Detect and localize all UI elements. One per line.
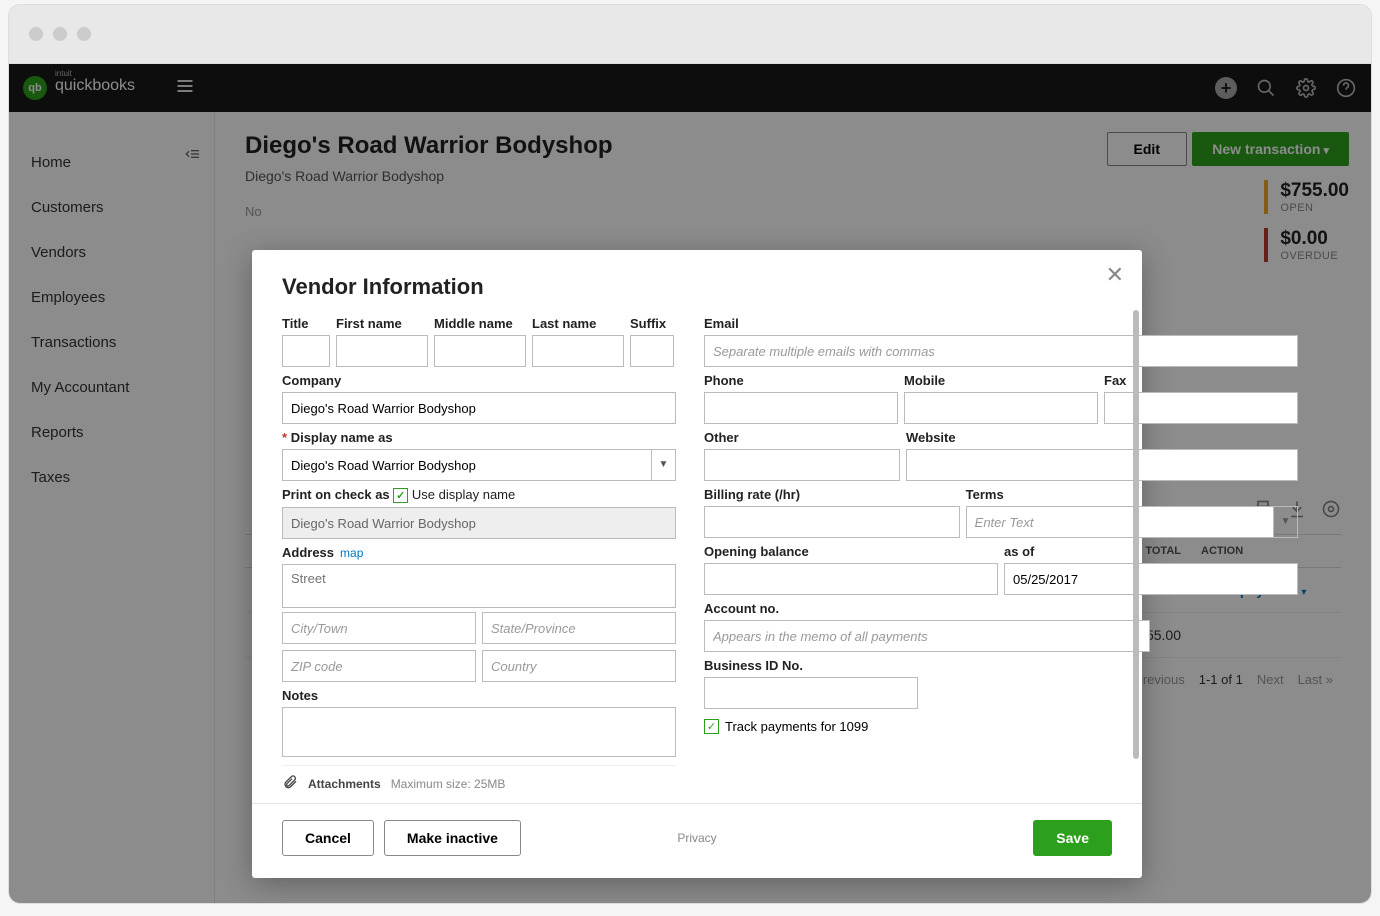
label-phone: Phone bbox=[704, 373, 898, 388]
label-website: Website bbox=[906, 430, 1298, 445]
suffix-field[interactable] bbox=[630, 335, 674, 367]
attachments-row[interactable]: Attachments Maximum size: 25MB bbox=[282, 765, 676, 793]
close-icon[interactable]: ✕ bbox=[1106, 262, 1124, 288]
browser-chrome bbox=[8, 4, 1372, 64]
middle-name-field[interactable] bbox=[434, 335, 526, 367]
app-frame: qb intuit quickbooks + Home Customers bbox=[8, 64, 1372, 904]
label-other: Other bbox=[704, 430, 900, 445]
label-terms: Terms bbox=[966, 487, 1298, 502]
track-1099-row: ✓ Track payments for 1099 bbox=[704, 719, 1298, 734]
email-field[interactable] bbox=[704, 335, 1298, 367]
label-company: Company bbox=[282, 373, 676, 388]
label-title: Title bbox=[282, 316, 330, 331]
label-mobile: Mobile bbox=[904, 373, 1098, 388]
city-field[interactable] bbox=[282, 612, 476, 644]
notes-field[interactable] bbox=[282, 707, 676, 757]
state-field[interactable] bbox=[482, 612, 676, 644]
use-display-checkbox[interactable]: ✓ bbox=[393, 488, 408, 503]
label-billing: Billing rate (/hr) bbox=[704, 487, 960, 502]
traffic-light-min[interactable] bbox=[53, 27, 67, 41]
label-business-id: Business ID No. bbox=[704, 658, 918, 673]
chevron-down-icon: ▼ bbox=[1273, 507, 1297, 537]
map-link[interactable]: map bbox=[340, 546, 363, 560]
label-notes: Notes bbox=[282, 688, 676, 703]
label-account: Account no. bbox=[704, 601, 1150, 616]
label-email: Email bbox=[704, 316, 1298, 331]
chevron-down-icon: ▼ bbox=[651, 450, 675, 480]
label-opening: Opening balance bbox=[704, 544, 998, 559]
modal-scrollbar[interactable] bbox=[1133, 310, 1139, 798]
label-asof: as of bbox=[1004, 544, 1298, 559]
business-id-field[interactable] bbox=[704, 677, 918, 709]
label-middle: Middle name bbox=[434, 316, 526, 331]
street-field[interactable] bbox=[282, 564, 676, 608]
attachments-max: Maximum size: 25MB bbox=[391, 777, 506, 791]
website-field[interactable] bbox=[906, 449, 1298, 481]
modal-right-col: Email Phone Mobile Fax Other Website Bil… bbox=[704, 316, 1298, 793]
asof-field[interactable] bbox=[1004, 563, 1298, 595]
paperclip-icon bbox=[282, 774, 298, 793]
traffic-light-close[interactable] bbox=[29, 27, 43, 41]
label-suffix: Suffix bbox=[630, 316, 674, 331]
display-name-select[interactable]: Diego's Road Warrior Bodyshop ▼ bbox=[282, 449, 676, 481]
modal-left-col: Title First name Middle name Last name S… bbox=[282, 316, 676, 793]
label-print: Print on check as ✓ Use display name bbox=[282, 487, 676, 503]
account-no-field[interactable] bbox=[704, 620, 1150, 652]
track-1099-checkbox[interactable]: ✓ bbox=[704, 719, 719, 734]
label-first: First name bbox=[336, 316, 428, 331]
traffic-light-max[interactable] bbox=[77, 27, 91, 41]
terms-input[interactable] bbox=[967, 507, 1273, 537]
company-field[interactable] bbox=[282, 392, 676, 424]
cancel-button[interactable]: Cancel bbox=[282, 820, 374, 856]
label-display: * Display name as bbox=[282, 430, 676, 445]
traffic-lights bbox=[29, 27, 91, 41]
zip-field[interactable] bbox=[282, 650, 476, 682]
track-1099-label: Track payments for 1099 bbox=[725, 719, 868, 734]
use-display-label: Use display name bbox=[412, 487, 515, 502]
print-on-check-field bbox=[282, 507, 676, 539]
mobile-field[interactable] bbox=[904, 392, 1098, 424]
make-inactive-button[interactable]: Make inactive bbox=[384, 820, 521, 856]
opening-balance-field[interactable] bbox=[704, 563, 998, 595]
save-button[interactable]: Save bbox=[1033, 820, 1112, 856]
label-address: Addressmap bbox=[282, 545, 676, 560]
modal-title: Vendor Information bbox=[282, 274, 1112, 300]
terms-select[interactable]: ▼ bbox=[966, 506, 1298, 538]
scrollbar-thumb[interactable] bbox=[1133, 310, 1139, 759]
vendor-info-modal: ✕ Vendor Information Title First name Mi… bbox=[252, 250, 1142, 878]
privacy-link[interactable]: Privacy bbox=[677, 831, 716, 845]
country-field[interactable] bbox=[482, 650, 676, 682]
title-field[interactable] bbox=[282, 335, 330, 367]
modal-footer: Cancel Make inactive Privacy Save bbox=[252, 803, 1142, 878]
display-name-value: Diego's Road Warrior Bodyshop bbox=[283, 458, 651, 473]
last-name-field[interactable] bbox=[532, 335, 624, 367]
other-field[interactable] bbox=[704, 449, 900, 481]
billing-rate-field[interactable] bbox=[704, 506, 960, 538]
first-name-field[interactable] bbox=[336, 335, 428, 367]
label-last: Last name bbox=[532, 316, 624, 331]
phone-field[interactable] bbox=[704, 392, 898, 424]
attachments-label: Attachments bbox=[308, 777, 381, 791]
